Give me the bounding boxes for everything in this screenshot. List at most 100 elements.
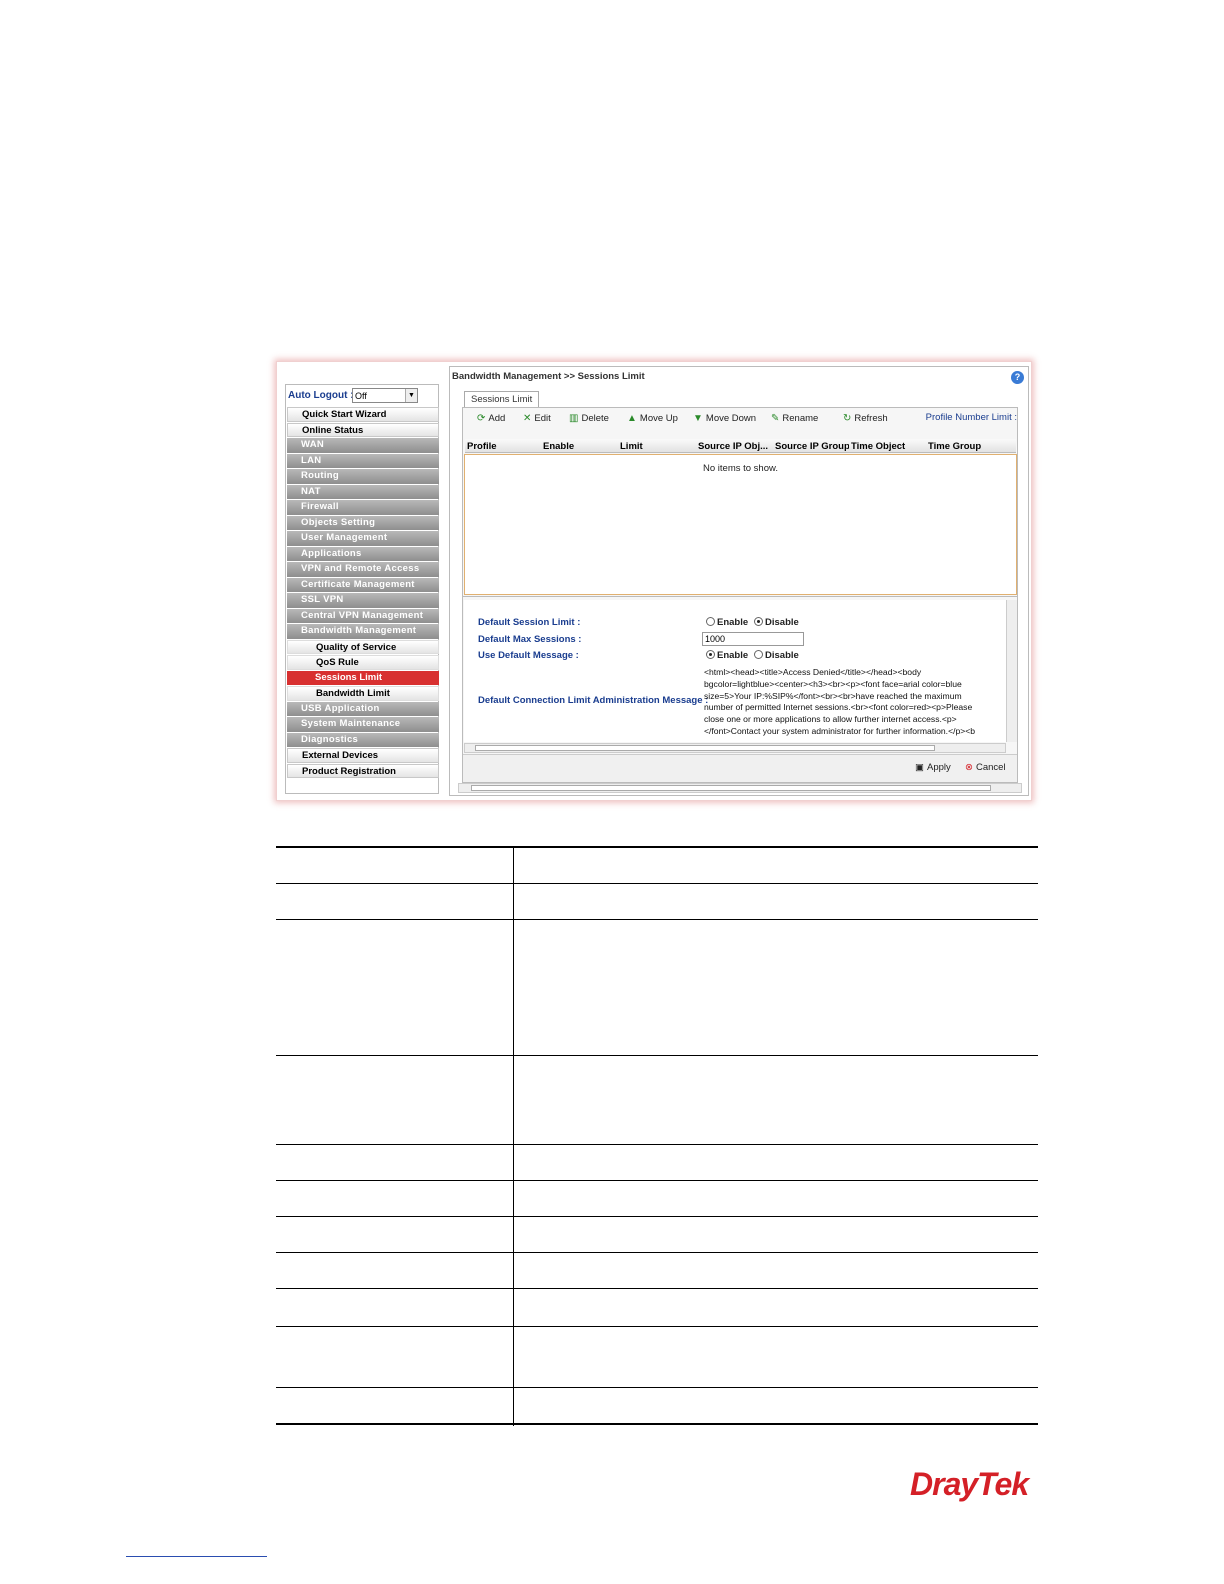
refresh-button[interactable]: ↻ Refresh [843, 413, 888, 424]
radio-checked-icon [706, 650, 715, 659]
sidebar-item-online-status[interactable]: Online Status [287, 422, 439, 437]
form-horizontal-scrollbar[interactable] [464, 743, 1006, 753]
table-column-divider [513, 846, 514, 1426]
add-icon: ⟳ [477, 413, 486, 424]
sidebar-item-applications[interactable]: Applications [287, 546, 439, 561]
column-header[interactable]: Profile [467, 441, 541, 452]
sidebar-item-system-maintenance[interactable]: System Maintenance [287, 717, 439, 732]
auto-logout: Auto Logout : Off ▼ [286, 387, 438, 405]
table-rule [276, 919, 1038, 920]
rename-button[interactable]: ✎ Rename [771, 413, 818, 424]
move-up-button[interactable]: ▲ Move Up [627, 413, 678, 424]
sidebar-item-diagnostics[interactable]: Diagnostics [287, 732, 439, 747]
message-line: </font>Contact your system administrator… [704, 725, 976, 736]
column-header[interactable]: Time Group [928, 441, 1002, 452]
admin-message-label: Default Connection Limit Administration … [478, 695, 709, 706]
sidebar-item-bandwidth-limit[interactable]: Bandwidth Limit [287, 686, 439, 701]
arrow-up-icon: ▲ [627, 413, 637, 424]
sidebar-item-quick-start-wizard[interactable]: Quick Start Wizard [287, 407, 439, 422]
sidebar-item-sessions-limit[interactable]: Sessions Limit [287, 670, 439, 685]
session-limit-label: Default Session Limit : [478, 617, 581, 628]
auto-logout-label: Auto Logout : [288, 390, 354, 401]
chevron-down-icon[interactable]: ▼ [405, 389, 417, 402]
session-limit-enable-radio[interactable]: Enable [706, 617, 748, 628]
router-ui-screenshot: Auto Logout : Off ▼ Quick Start Wizard On… [276, 361, 1032, 801]
apply-button[interactable]: ▣ Apply [915, 762, 951, 773]
sidebar-item-quality-of-service[interactable]: Quality of Service [287, 639, 439, 654]
rename-icon: ✎ [771, 413, 780, 424]
sidebar-item-external-devices[interactable]: External Devices [287, 748, 439, 763]
table-rule [276, 1180, 1038, 1181]
settings-form: Default Session Limit : Enable Disable D… [464, 600, 1006, 742]
delete-button[interactable]: ▥ Delete [569, 413, 609, 424]
scroll-thumb[interactable] [471, 785, 991, 791]
edit-icon: ✕ [523, 413, 532, 424]
cancel-button[interactable]: ⊗ Cancel [965, 762, 1006, 773]
splitter[interactable] [463, 596, 1017, 599]
sidebar-item-central-vpn-management[interactable]: Central VPN Management [287, 608, 439, 623]
edit-button[interactable]: ✕ Edit [523, 413, 551, 424]
main-panel: Bandwidth Management >> Sessions Limit ?… [449, 366, 1029, 796]
sidebar-item-qos-rule[interactable]: QoS Rule [287, 655, 439, 670]
cancel-icon: ⊗ [965, 762, 973, 773]
sidebar-item-firewall[interactable]: Firewall [287, 500, 439, 515]
max-sessions-label: Default Max Sessions : [478, 634, 582, 645]
auto-logout-value: Off [355, 391, 367, 401]
tab-content: ⟳ Add ✕ Edit ▥ Delete ▲ Move Up ▼ Move Down ✎… [462, 407, 1018, 783]
max-sessions-input[interactable]: 1000 [702, 632, 804, 646]
sidebar-item-lan[interactable]: LAN [287, 453, 439, 468]
sidebar-item-objects-setting[interactable]: Objects Setting [287, 515, 439, 530]
message-line: <html><head><title>Access Denied</title>… [704, 667, 922, 677]
table-rule [276, 1423, 1038, 1425]
table-rule [276, 1387, 1038, 1388]
profile-number-limit: Profile Number Limit : [925, 412, 1017, 423]
sidebar-item-usb-application[interactable]: USB Application [287, 701, 439, 716]
use-message-disable-radio[interactable]: Disable [754, 650, 799, 661]
column-header[interactable]: Source IP Group [775, 441, 849, 452]
add-button[interactable]: ⟳ Add [477, 413, 505, 424]
sidebar-item-product-registration[interactable]: Product Registration [287, 763, 439, 778]
sidebar-item-ssl-vpn[interactable]: SSL VPN [287, 593, 439, 608]
column-header[interactable]: Enable [543, 441, 617, 452]
footer-link-underline[interactable] [126, 1556, 267, 1557]
parameter-table [276, 846, 1038, 1426]
sidebar-item-wan[interactable]: WAN [287, 438, 439, 453]
message-line: number of permitted Internet sessions.<b… [704, 702, 973, 713]
page-horizontal-scrollbar[interactable] [458, 783, 1022, 793]
breadcrumb: Bandwidth Management >> Sessions Limit [452, 371, 645, 382]
column-header[interactable]: Time Object [851, 441, 925, 452]
sidebar-item-user-management[interactable]: User Management [287, 531, 439, 546]
sidebar-item-certificate-management[interactable]: Certificate Management [287, 577, 439, 592]
form-footer: ▣ Apply ⊗ Cancel [463, 754, 1017, 782]
table-rule [276, 1252, 1038, 1253]
table-rule [276, 1216, 1038, 1217]
radio-checked-icon [754, 617, 763, 626]
sidebar-menu: Quick Start Wizard Online Status WAN LAN Rou… [287, 407, 439, 779]
sidebar-item-bandwidth-management[interactable]: Bandwidth Management [287, 624, 439, 639]
tab-sessions-limit[interactable]: Sessions Limit [464, 391, 540, 407]
table-rule [276, 883, 1038, 884]
empty-message: No items to show. [703, 463, 778, 474]
draytek-logo: DrayTek [910, 1466, 1029, 1502]
sidebar-item-vpn-and-remote-access[interactable]: VPN and Remote Access [287, 562, 439, 577]
refresh-icon: ↻ [843, 413, 852, 424]
scroll-thumb[interactable] [475, 745, 935, 751]
sidebar-item-routing[interactable]: Routing [287, 469, 439, 484]
sidebar-item-nat[interactable]: NAT [287, 484, 439, 499]
admin-message-textarea[interactable]: <html><head><title>Access Denied</title>… [704, 667, 1006, 742]
move-down-button[interactable]: ▼ Move Down [693, 413, 756, 424]
message-line: close one or more applications to allow … [704, 714, 957, 725]
help-icon[interactable]: ? [1011, 371, 1024, 384]
use-message-enable-radio[interactable]: Enable [706, 650, 748, 661]
use-default-message-label: Use Default Message : [478, 650, 579, 661]
column-header[interactable]: Limit [620, 441, 694, 452]
column-header[interactable]: Source IP Obj... [698, 441, 772, 452]
table-rule [276, 1288, 1038, 1289]
table-rule [276, 846, 1038, 848]
message-line: bgcolor=lightblue><center><h3><br><p><fo… [704, 678, 962, 689]
form-vertical-scrollbar[interactable] [1006, 600, 1017, 742]
session-limit-disable-radio[interactable]: Disable [754, 617, 799, 628]
grid-body: No items to show. [464, 454, 1017, 595]
auto-logout-select[interactable]: Off ▼ [352, 388, 418, 403]
grid-header: Profile Enable Limit Source IP Obj... Source… [465, 439, 1016, 453]
